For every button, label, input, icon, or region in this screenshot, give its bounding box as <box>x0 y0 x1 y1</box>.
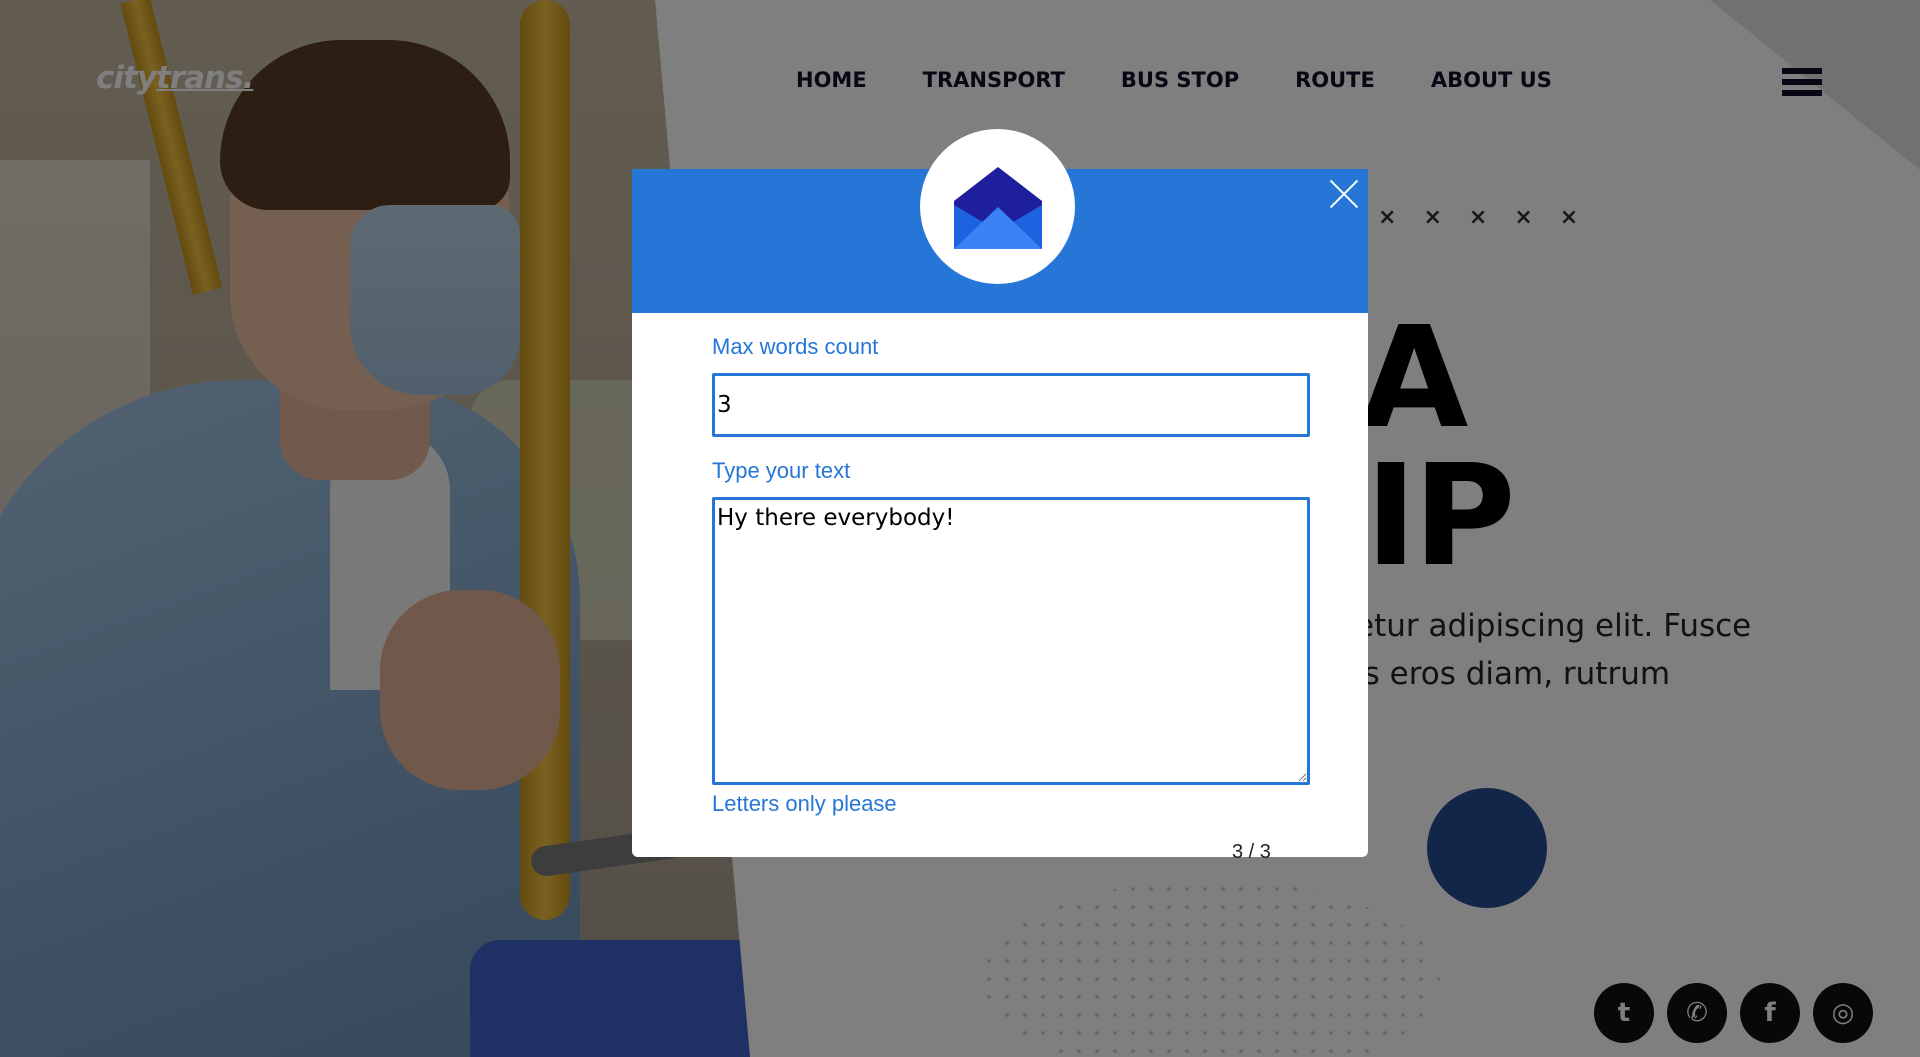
max-words-input[interactable] <box>712 373 1310 437</box>
word-count-modal: Max words count Type your text Hy there … <box>632 129 1368 863</box>
text-input[interactable]: Hy there everybody! <box>712 497 1310 785</box>
envelope-open-icon <box>953 166 1042 249</box>
text-label: Type your text <box>712 458 851 483</box>
hint-text: Letters only please <box>712 791 897 816</box>
envelope-badge <box>920 129 1075 284</box>
word-counter: 3 / 3 <box>1232 841 1271 863</box>
max-words-label: Max words count <box>712 334 879 359</box>
close-icon[interactable] <box>1327 177 1361 211</box>
